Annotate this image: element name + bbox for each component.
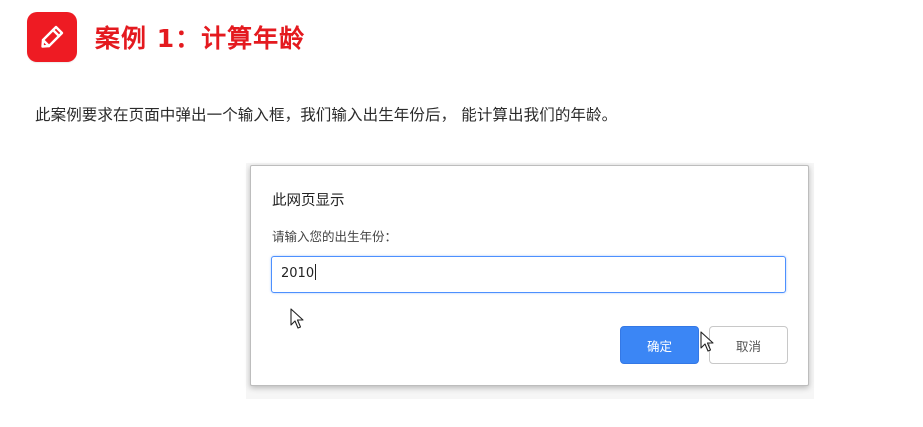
arrow-cursor-icon [700,331,716,353]
prompt-dialog: 此网页显示 请输入您的出生年份： 2010 确定 取消 [250,165,809,386]
arrow-cursor-icon [290,308,306,330]
pencil-icon [37,22,67,52]
page: 案例 1：计算年龄 此案例要求在页面中弹出一个输入框，我们输入出生年份后， 能计… [0,0,923,427]
ok-button[interactable]: 确定 [620,326,699,364]
dialog-title: 此网页显示 [272,193,345,209]
page-title: 案例 1：计算年龄 [95,24,306,53]
section-header: 案例 1：计算年龄 [27,12,305,62]
cancel-button[interactable]: 取消 [709,326,788,364]
case-description: 此案例要求在页面中弹出一个输入框，我们输入出生年份后， 能计算出我们的年龄。 [35,106,618,124]
birth-year-input[interactable]: 2010 [271,256,786,293]
dialog-message: 请输入您的出生年份： [272,229,398,244]
pencil-badge [27,12,77,62]
text-caret [315,264,317,280]
input-value: 2010 [281,266,315,281]
